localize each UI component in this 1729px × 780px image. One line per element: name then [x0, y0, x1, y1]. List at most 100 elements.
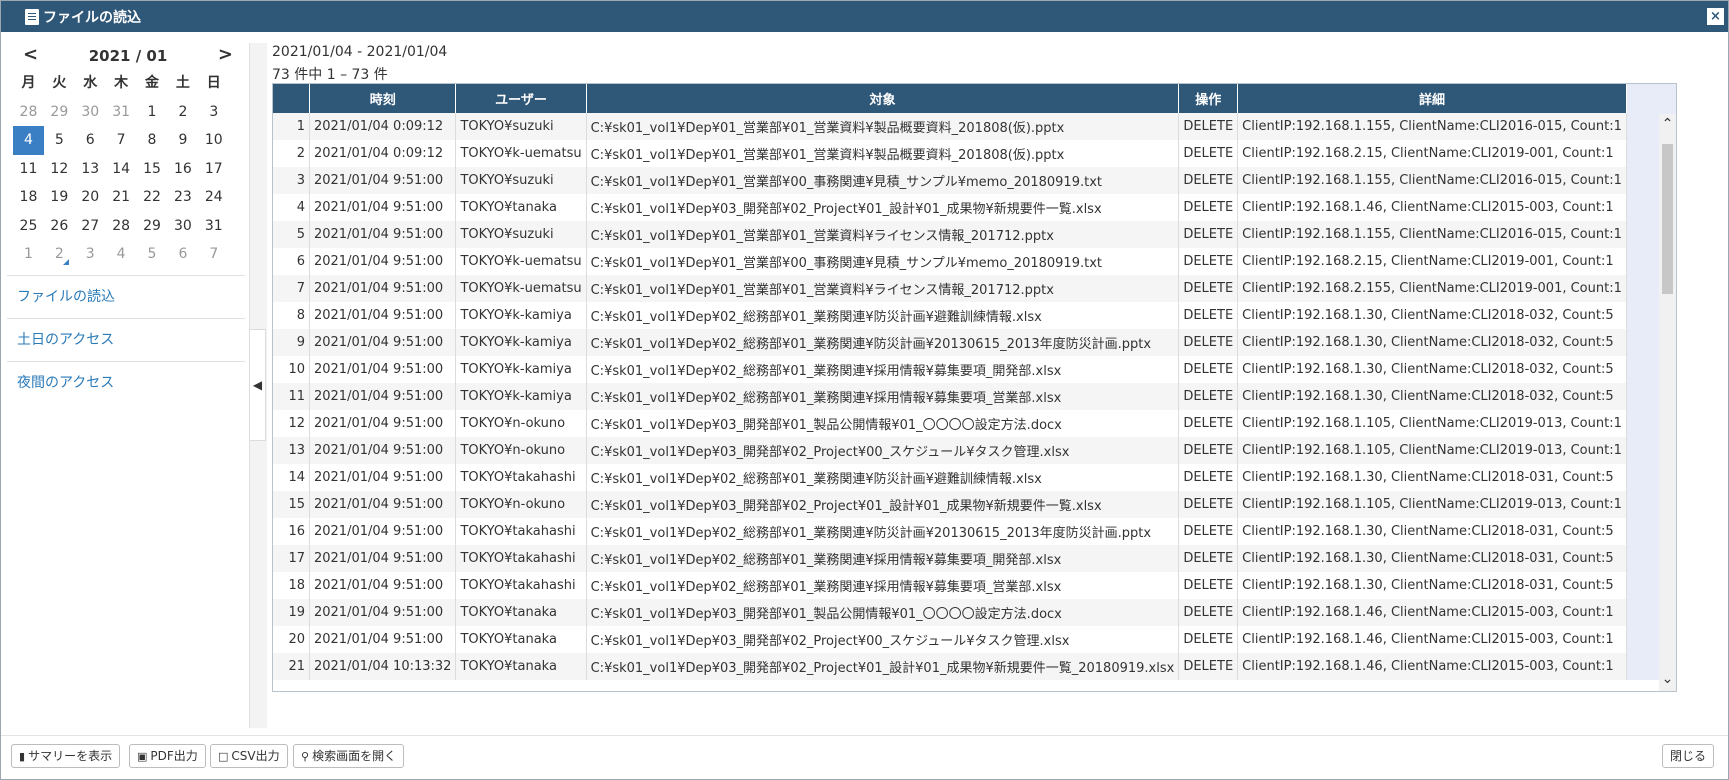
calendar-day[interactable]: 24 [198, 183, 229, 212]
table-row[interactable]: 5 2021/01/04 9:51:00 TOKYO¥suzuki C:¥sk01_v… [273, 221, 1676, 248]
cell-target: C:¥sk01_vol1¥Dep¥03_開発部¥02_Project¥01_設計… [586, 194, 1180, 221]
calendar-day[interactable]: 1 [13, 240, 44, 269]
calendar-day[interactable]: 21 [106, 183, 137, 212]
cell-row-number: 13 [273, 437, 310, 464]
calendar-day[interactable]: 9 [167, 126, 198, 155]
calendar-day[interactable]: 8 [137, 126, 168, 155]
calendar-day[interactable]: 2 [167, 98, 198, 127]
calendar-day[interactable]: 26 [44, 212, 75, 241]
table-row[interactable]: 9 2021/01/04 9:51:00 TOKYO¥k-kamiya C:¥sk01… [273, 329, 1676, 356]
menu-item-night-access[interactable]: 夜間のアクセス [7, 361, 245, 404]
calendar-day[interactable]: 5 [137, 240, 168, 269]
calendar-day[interactable]: 12 [44, 155, 75, 184]
table-row[interactable]: 7 2021/01/04 9:51:00 TOKYO¥k-uematsu C:¥sk0… [273, 275, 1676, 302]
table-row[interactable]: 16 2021/01/04 9:51:00 TOKYO¥takahashi C:¥sk… [273, 518, 1676, 545]
table-row[interactable]: 6 2021/01/04 9:51:00 TOKYO¥k-uematsu C:¥sk0… [273, 248, 1676, 275]
calendar-day[interactable]: 1 [137, 98, 168, 127]
calendar-day[interactable]: 31 [106, 98, 137, 127]
table-row[interactable]: 19 2021/01/04 9:51:00 TOKYO¥tanaka C:¥sk01_… [273, 599, 1676, 626]
calendar-day[interactable]: 3 [75, 240, 106, 269]
table-row[interactable]: 15 2021/01/04 9:51:00 TOKYO¥n-okuno C:¥sk01… [273, 491, 1676, 518]
table-row[interactable]: 4 2021/01/04 9:51:00 TOKYO¥tanaka C:¥sk01_v… [273, 194, 1676, 221]
calendar-day[interactable]: 29 [137, 212, 168, 241]
calendar-day[interactable]: 25 [13, 212, 44, 241]
scroll-up-icon[interactable]: ⌃ [1659, 116, 1676, 132]
table-row[interactable]: 1 2021/01/04 0:09:12 TOKYO¥suzuki C:¥sk01_v… [273, 113, 1676, 140]
cell-user: TOKYO¥k-uematsu [455, 140, 587, 167]
table-row[interactable]: 20 2021/01/04 9:51:00 TOKYO¥tanaka C:¥sk01_… [273, 626, 1676, 653]
calendar-day[interactable]: 22 [137, 183, 168, 212]
calendar-day[interactable]: 28 [106, 212, 137, 241]
search-icon: ⚲ [301, 750, 310, 763]
collapse-panel-button[interactable]: ◀ [249, 329, 266, 441]
calendar-day[interactable]: 13 [75, 155, 106, 184]
calendar-day[interactable]: 27 [75, 212, 106, 241]
table-row[interactable]: 21 2021/01/04 10:13:32 TOKYO¥tanaka C:¥sk01… [273, 653, 1676, 680]
cell-detail: ClientIP:192.168.1.30, ClientName:CLI201… [1237, 518, 1627, 545]
header-detail[interactable]: 詳細 [1237, 84, 1627, 113]
cell-detail: ClientIP:192.168.1.105, ClientName:CLI20… [1237, 410, 1627, 437]
calendar-day[interactable]: 4 [106, 240, 137, 269]
table-row[interactable]: 2 2021/01/04 0:09:12 TOKYO¥k-uematsu C:¥sk0… [273, 140, 1676, 167]
open-search-button[interactable]: ⚲ 検索画面を開く [293, 744, 405, 768]
calendar-day[interactable]: 14 [106, 155, 137, 184]
menu-item-file-read[interactable]: ファイルの読込 [7, 275, 245, 318]
show-summary-button[interactable]: ▮ サマリーを表示 [11, 744, 121, 768]
calendar-day[interactable]: 7 [106, 126, 137, 155]
cell-target: C:¥sk01_vol1¥Dep¥02_総務部¥01_業務関連¥防災計画¥201… [586, 518, 1180, 545]
next-month-icon[interactable]: > [218, 44, 233, 65]
calendar-day[interactable]: 10 [198, 126, 229, 155]
calendar-day[interactable]: 16 [167, 155, 198, 184]
calendar-day[interactable]: 20 [75, 183, 106, 212]
scroll-down-icon[interactable]: ⌄ [1659, 671, 1676, 687]
table-row[interactable]: 18 2021/01/04 9:51:00 TOKYO¥takahashi C:¥sk… [273, 572, 1676, 599]
table-row[interactable]: 14 2021/01/04 9:51:00 TOKYO¥takahashi C:¥sk… [273, 464, 1676, 491]
calendar-day[interactable]: 17 [198, 155, 229, 184]
table-row[interactable]: 17 2021/01/04 9:51:00 TOKYO¥takahashi C:¥sk… [273, 545, 1676, 572]
cell-user: TOKYO¥k-uematsu [455, 248, 587, 275]
csv-export-button[interactable]: □ CSV出力 [210, 744, 288, 768]
table-row[interactable]: 11 2021/01/04 9:51:00 TOKYO¥k-kamiya C:¥sk0… [273, 383, 1676, 410]
cell-target: C:¥sk01_vol1¥Dep¥02_総務部¥01_業務関連¥採用情報¥募集要… [586, 356, 1180, 383]
calendar-day[interactable]: 2 [44, 240, 75, 269]
header-time[interactable]: 時刻 [309, 84, 457, 113]
header-target[interactable]: 対象 [586, 84, 1180, 113]
table-row[interactable]: 8 2021/01/04 9:51:00 TOKYO¥k-kamiya C:¥sk01… [273, 302, 1676, 329]
pdf-export-button[interactable]: ▣ PDF出力 [129, 744, 206, 768]
table-row[interactable]: 13 2021/01/04 9:51:00 TOKYO¥n-okuno C:¥sk01… [273, 437, 1676, 464]
vertical-scrollbar[interactable]: ⌃ ⌄ [1659, 114, 1676, 691]
calendar-day[interactable]: 28 [13, 98, 44, 127]
cell-operation: DELETE [1178, 356, 1239, 383]
calendar-day[interactable]: 15 [137, 155, 168, 184]
cell-operation: DELETE [1178, 113, 1239, 140]
close-button[interactable]: 閉じる [1662, 744, 1715, 768]
calendar-day[interactable]: 6 [75, 126, 106, 155]
calendar-day[interactable]: 30 [75, 98, 106, 127]
cell-time: 2021/01/04 9:51:00 [309, 518, 457, 545]
header-row-number[interactable] [273, 84, 310, 113]
calendar-day[interactable]: 29 [44, 98, 75, 127]
cell-operation: DELETE [1178, 518, 1239, 545]
table-row[interactable]: 3 2021/01/04 9:51:00 TOKYO¥suzuki C:¥sk01_v… [273, 167, 1676, 194]
calendar-day[interactable]: 23 [167, 183, 198, 212]
table-row[interactable]: 12 2021/01/04 9:51:00 TOKYO¥n-okuno C:¥sk01… [273, 410, 1676, 437]
calendar-day[interactable]: 11 [13, 155, 44, 184]
close-icon[interactable]: × [1707, 8, 1724, 25]
scrollbar-thumb[interactable] [1662, 144, 1673, 294]
calendar-day[interactable]: 19 [44, 183, 75, 212]
calendar-day[interactable]: 6 [167, 240, 198, 269]
calendar-day[interactable]: 30 [167, 212, 198, 241]
calendar-day[interactable]: 7 [198, 240, 229, 269]
cell-user: TOKYO¥takahashi [455, 572, 587, 599]
table-row[interactable]: 10 2021/01/04 9:51:00 TOKYO¥k-kamiya C:¥sk0… [273, 356, 1676, 383]
calendar-day[interactable]: 5 [44, 126, 75, 155]
calendar-day-selected[interactable]: 4 [13, 126, 44, 155]
header-user[interactable]: ユーザー [455, 84, 587, 113]
cell-target: C:¥sk01_vol1¥Dep¥01_営業部¥01_営業資料¥ライセンス情報_… [586, 221, 1180, 248]
calendar-day[interactable]: 3 [198, 98, 229, 127]
menu-item-weekend-access[interactable]: 土日のアクセス [7, 318, 245, 361]
calendar-day[interactable]: 18 [13, 183, 44, 212]
calendar-day[interactable]: 31 [198, 212, 229, 241]
header-operation[interactable]: 操作 [1178, 84, 1239, 113]
cell-time: 2021/01/04 9:51:00 [309, 275, 457, 302]
